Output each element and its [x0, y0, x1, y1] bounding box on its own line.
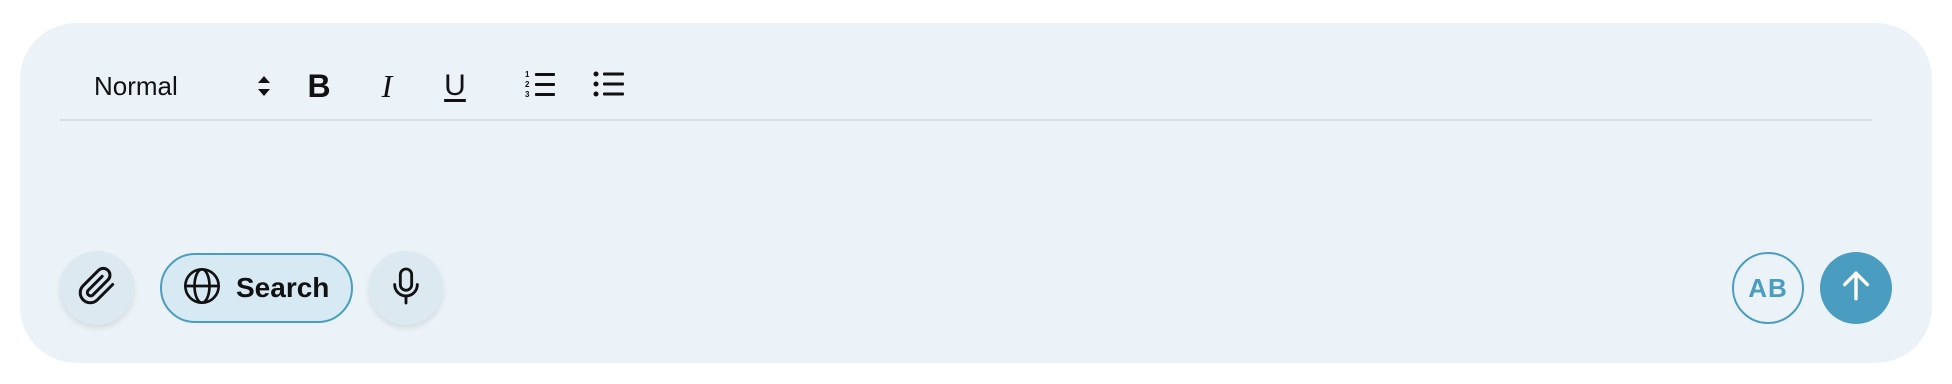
svg-text:1: 1: [525, 70, 530, 79]
text-style-select[interactable]: Normal: [94, 62, 274, 110]
ab-label: AB: [1748, 272, 1788, 303]
search-label: Search: [236, 272, 330, 303]
text-style-value: Normal: [94, 70, 178, 101]
composer-actions: Search AB: [60, 251, 1892, 325]
message-composer: Normal B I U 1 2 3 Search AB: [20, 23, 1932, 363]
ab-toggle-button[interactable]: AB: [1732, 252, 1804, 324]
sort-updown-icon: [254, 72, 274, 100]
globe-icon: [182, 266, 222, 311]
underline-button[interactable]: U: [432, 63, 478, 109]
ordered-list-button[interactable]: 1 2 3: [518, 63, 564, 109]
search-toggle-button[interactable]: Search: [160, 253, 354, 323]
arrow-up-icon: [1839, 269, 1873, 308]
svg-text:3: 3: [525, 90, 530, 99]
italic-button[interactable]: I: [364, 63, 410, 109]
bold-icon: B: [307, 67, 331, 104]
editor-area[interactable]: [60, 123, 1872, 253]
bold-button[interactable]: B: [296, 63, 342, 109]
italic-icon: I: [381, 67, 393, 104]
paperclip-icon: [77, 266, 117, 311]
microphone-icon: [389, 266, 423, 311]
attach-button[interactable]: [60, 251, 134, 325]
microphone-button[interactable]: [369, 251, 444, 325]
bullet-list-button[interactable]: [586, 63, 632, 109]
ordered-list-icon: 1 2 3: [525, 69, 557, 104]
underline-icon: U: [444, 69, 466, 102]
formatting-toolbar: Normal B I U 1 2 3: [60, 53, 1872, 121]
bullet-list-icon: [593, 69, 625, 104]
svg-text:2: 2: [525, 80, 530, 89]
send-button[interactable]: [1820, 252, 1892, 324]
